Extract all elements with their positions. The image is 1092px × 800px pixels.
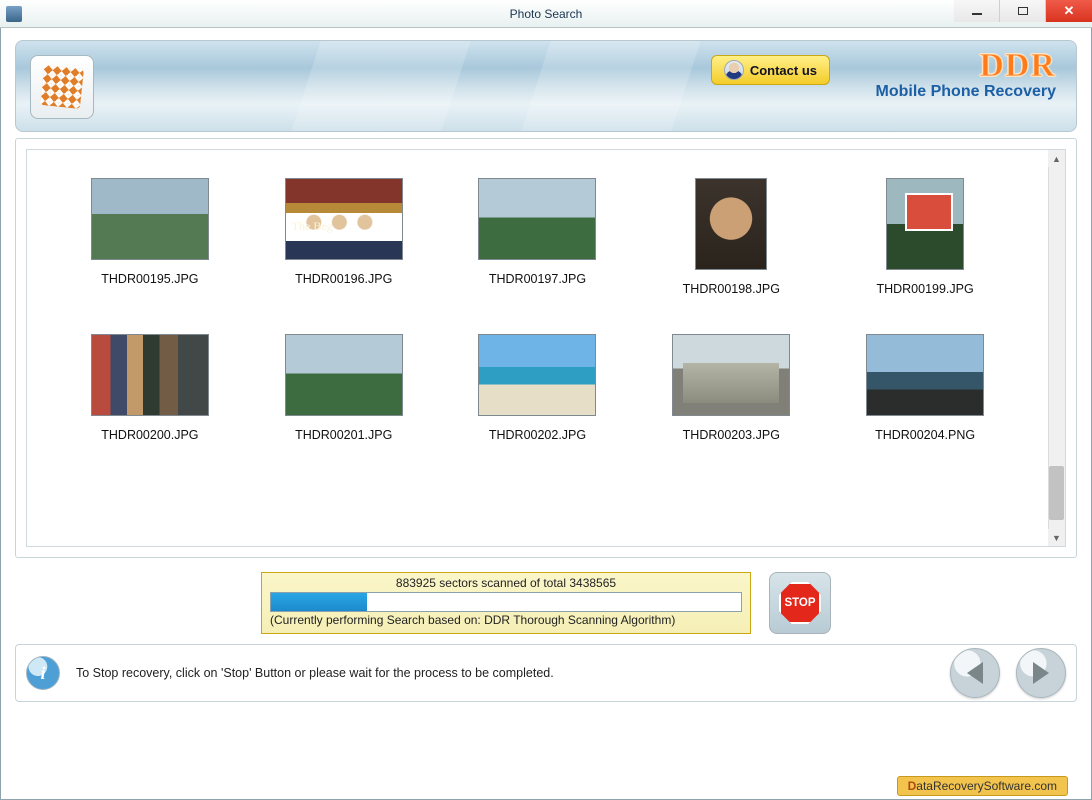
thumbnail-image	[285, 178, 403, 260]
thumbnail-filename: THDR00204.PNG	[875, 428, 975, 442]
thumbnail-filename: THDR00201.JPG	[295, 428, 392, 442]
scroll-up-button[interactable]: ▲	[1048, 150, 1065, 167]
thumbnail-item[interactable]: THDR00199.JPG	[828, 178, 1022, 296]
thumbnail-item[interactable]: THDR00201.JPG	[247, 334, 441, 442]
progress-panel: 883925 sectors scanned of total 3438565 …	[261, 572, 751, 634]
titlebar: Photo Search ✕	[0, 0, 1092, 28]
thumbnail-item[interactable]: THDR00197.JPG	[441, 178, 635, 296]
thumbnail-image	[91, 178, 209, 260]
thumbnail-filename: THDR00197.JPG	[489, 272, 586, 286]
thumbnail-image	[478, 178, 596, 260]
thumbnail-filename: THDR00196.JPG	[295, 272, 392, 286]
minimize-button[interactable]	[954, 0, 1000, 22]
thumbnail-image	[91, 334, 209, 416]
thumbnail-item[interactable]: THDR00196.JPG	[247, 178, 441, 296]
app-logo-button[interactable]	[30, 55, 94, 119]
thumbnail-filename: THDR00203.JPG	[683, 428, 780, 442]
thumbnail-image	[886, 178, 964, 270]
thumbnail-item[interactable]: THDR00204.PNG	[828, 334, 1022, 442]
info-icon: i	[26, 656, 60, 690]
app-icon	[6, 6, 22, 22]
brand-logo-text: DDR	[876, 47, 1057, 85]
gallery-scroll-area: THDR00195.JPG THDR00196.JPG THDR00197.JP…	[27, 150, 1065, 546]
progress-status-text: 883925 sectors scanned of total 3438565	[270, 576, 742, 590]
thumbnail-grid: THDR00195.JPG THDR00196.JPG THDR00197.JP…	[27, 150, 1048, 452]
person-icon	[724, 60, 744, 80]
maximize-button[interactable]	[1000, 0, 1046, 22]
maximize-icon	[1018, 7, 1028, 15]
content-frame: THDR00195.JPG THDR00196.JPG THDR00197.JP…	[15, 138, 1077, 558]
thumbnail-filename: THDR00202.JPG	[489, 428, 586, 442]
thumbnail-filename: THDR00195.JPG	[101, 272, 198, 286]
window-title: Photo Search	[0, 7, 1092, 21]
header-banner: Contact us DDR Mobile Phone Recovery	[15, 40, 1077, 132]
thumbnail-image	[285, 334, 403, 416]
contact-label: Contact us	[750, 63, 817, 78]
thumbnail-image	[478, 334, 596, 416]
progress-row: 883925 sectors scanned of total 3438565 …	[15, 572, 1077, 634]
stop-button[interactable]: STOP	[769, 572, 831, 634]
stop-icon: STOP	[779, 582, 821, 624]
thumbnail-item[interactable]: THDR00200.JPG	[53, 334, 247, 442]
info-text: To Stop recovery, click on 'Stop' Button…	[76, 666, 934, 680]
thumbnail-filename: THDR00198.JPG	[683, 282, 780, 296]
gallery-panel: THDR00195.JPG THDR00196.JPG THDR00197.JP…	[26, 149, 1066, 547]
watermark-text: ataRecoverySoftware.com	[916, 779, 1057, 793]
thumbnail-item[interactable]: THDR00195.JPG	[53, 178, 247, 296]
brand-subtitle: Mobile Phone Recovery	[876, 83, 1057, 101]
thumbnail-filename: THDR00199.JPG	[876, 282, 973, 296]
scroll-down-button[interactable]: ▼	[1048, 529, 1065, 546]
minimize-icon	[972, 13, 982, 15]
progress-bar	[270, 592, 742, 612]
progress-bar-fill	[271, 593, 367, 611]
scrollbar[interactable]: ▲ ▼	[1048, 150, 1065, 546]
app-logo-icon	[40, 65, 84, 109]
thumbnail-image	[866, 334, 984, 416]
next-button[interactable]	[1016, 648, 1066, 698]
arrow-right-icon	[1033, 662, 1049, 684]
close-icon: ✕	[1064, 3, 1075, 19]
thumbnail-filename: THDR00200.JPG	[101, 428, 198, 442]
brand: DDR Mobile Phone Recovery	[876, 47, 1057, 101]
window-controls: ✕	[954, 0, 1092, 22]
window-body: Contact us DDR Mobile Phone Recovery THD…	[0, 28, 1092, 800]
scroll-thumb[interactable]	[1049, 466, 1064, 520]
thumbnail-image	[695, 178, 767, 270]
thumbnail-item[interactable]: THDR00203.JPG	[634, 334, 828, 442]
progress-algorithm-text: (Currently performing Search based on: D…	[270, 613, 742, 627]
arrow-left-icon	[967, 662, 983, 684]
thumbnail-item[interactable]: THDR00202.JPG	[441, 334, 635, 442]
close-button[interactable]: ✕	[1046, 0, 1092, 22]
info-bar: i To Stop recovery, click on 'Stop' Butt…	[15, 644, 1077, 702]
back-button[interactable]	[950, 648, 1000, 698]
watermark-link[interactable]: DataRecoverySoftware.com	[897, 776, 1068, 796]
thumbnail-item[interactable]: THDR00198.JPG	[634, 178, 828, 296]
thumbnail-image	[672, 334, 790, 416]
contact-us-button[interactable]: Contact us	[711, 55, 830, 85]
